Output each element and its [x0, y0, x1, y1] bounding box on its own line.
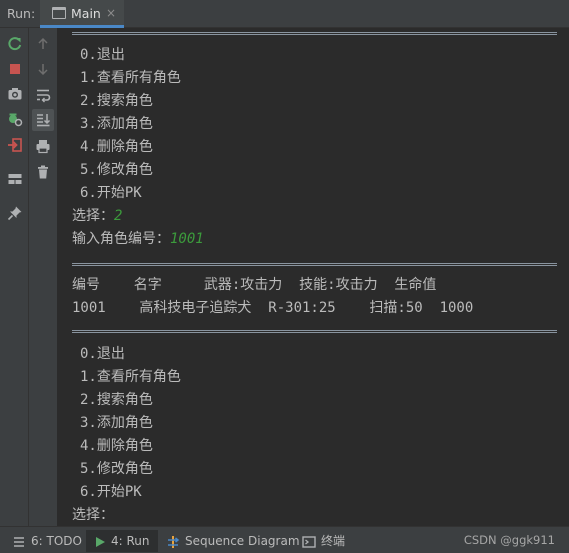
todo-tab[interactable]: 6: TODO	[8, 530, 86, 552]
run-icon	[96, 536, 105, 547]
run-tab-label: 4: Run	[111, 534, 150, 548]
next-occurrence-button[interactable]	[32, 58, 54, 80]
id-prompt-label: 输入角色编号：	[72, 231, 170, 247]
watermark-text: CSDN @ggk911	[463, 533, 555, 547]
run-tab[interactable]: 4: Run	[86, 530, 158, 552]
trash-icon	[38, 165, 48, 179]
separator-line	[72, 263, 557, 266]
clear-all-button[interactable]	[32, 161, 54, 183]
debug-settings-icon	[9, 113, 23, 127]
menu-item: 3.添加角色	[80, 415, 153, 431]
menu-item: 6.开始PK	[80, 185, 142, 201]
todo-tab-label: 6: TODO	[31, 534, 82, 548]
camera-icon	[8, 88, 22, 100]
id-prompt: 输入角色编号：1001	[72, 228, 204, 251]
stop-icon	[10, 64, 20, 74]
todo-icon	[14, 536, 24, 547]
sequence-diagram-label: Sequence Diagram	[185, 534, 300, 548]
select-prompt: 选择：	[72, 507, 114, 523]
sequence-diagram-icon	[168, 535, 180, 548]
menu-item: 5.修改角色	[80, 162, 153, 178]
select-input-value: 2	[114, 208, 123, 224]
tab-main[interactable]: Main ×	[40, 0, 124, 28]
terminal-tab-label: 终端	[321, 534, 346, 548]
menu-item: 0.退出	[80, 346, 125, 362]
stop-button[interactable]	[4, 58, 26, 80]
menu-item: 2.搜索角色	[80, 392, 153, 408]
menu-item: 4.删除角色	[80, 438, 153, 454]
menu-item: 4.删除角色	[80, 139, 153, 155]
menu-item: 1.查看所有角色	[80, 70, 181, 86]
pin-tab-button[interactable]	[4, 202, 26, 224]
soft-wrap-button[interactable]	[32, 84, 54, 106]
console-output[interactable]: 0.退出 1.查看所有角色 2.搜索角色 3.添加角色 4.删除角色 5.修改角…	[58, 28, 569, 526]
sequence-diagram-tab[interactable]: Sequence Diagram	[162, 530, 304, 552]
select-prompt-label: 选择：	[72, 208, 114, 224]
print-icon	[36, 140, 50, 154]
menu-item: 2.搜索角色	[80, 93, 153, 109]
exit-icon	[8, 138, 22, 152]
table-row: 1001 高科技电子追踪犬 R-301:25 扫描:50 1000	[72, 300, 474, 316]
debug-settings-button[interactable]	[4, 108, 26, 130]
up-arrow-icon	[38, 37, 48, 49]
exit-button[interactable]	[4, 134, 26, 156]
menu-item: 1.查看所有角色	[80, 369, 181, 385]
pin-icon	[7, 206, 22, 221]
separator-line	[72, 32, 557, 35]
soft-wrap-icon	[37, 89, 51, 103]
dump-threads-button[interactable]	[4, 83, 26, 105]
layout-icon	[8, 174, 22, 184]
id-input-value: 1001	[170, 231, 204, 247]
close-icon[interactable]: ×	[106, 6, 116, 20]
console-window-icon	[52, 7, 66, 19]
rerun-icon	[8, 37, 22, 51]
tool-window-bar: 6: TODO 4: Run Sequence Diagram 终端 CSDN …	[0, 526, 569, 553]
terminal-icon	[302, 535, 316, 548]
scroll-to-end-icon	[37, 114, 51, 127]
print-button[interactable]	[32, 135, 54, 157]
rerun-button[interactable]	[4, 33, 26, 55]
run-toolbar	[0, 28, 29, 526]
run-label: Run:	[7, 6, 36, 21]
restore-layout-button[interactable]	[4, 168, 26, 190]
menu-item: 3.添加角色	[80, 116, 153, 132]
scroll-to-end-button[interactable]	[32, 109, 54, 131]
console-toolbar	[29, 28, 58, 526]
run-tool-window: Run: Main × 0.退出 1.查看所有角色 2.搜索角色 3.添加角色 …	[0, 0, 569, 553]
separator-line	[72, 330, 557, 333]
previous-occurrence-button[interactable]	[32, 33, 54, 55]
menu-item: 0.退出	[80, 47, 125, 63]
menu-item: 5.修改角色	[80, 461, 153, 477]
menu-item: 6.开始PK	[80, 484, 142, 500]
tab-main-label: Main	[71, 6, 101, 21]
terminal-tab[interactable]: 终端	[298, 530, 349, 552]
table-header: 编号 名字 武器:攻击力 技能:攻击力 生命值	[72, 277, 437, 293]
select-prompt: 选择：2	[72, 205, 122, 228]
down-arrow-icon	[38, 64, 48, 76]
run-header: Run: Main ×	[0, 0, 569, 28]
